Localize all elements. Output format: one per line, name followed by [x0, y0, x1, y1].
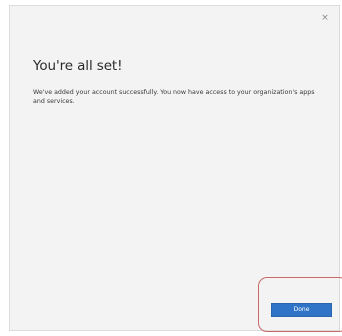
dialog-titlebar: ×: [10, 6, 339, 32]
dialog-message: We've added your account successfully. Y…: [33, 89, 315, 105]
screen: × You're all set! We've added your accou…: [0, 0, 342, 336]
dialog-heading: You're all set!: [33, 58, 123, 74]
close-icon: ×: [321, 13, 329, 23]
account-setup-dialog: × You're all set! We've added your accou…: [9, 5, 340, 331]
done-button[interactable]: Done: [271, 303, 332, 317]
close-button[interactable]: ×: [315, 9, 335, 27]
